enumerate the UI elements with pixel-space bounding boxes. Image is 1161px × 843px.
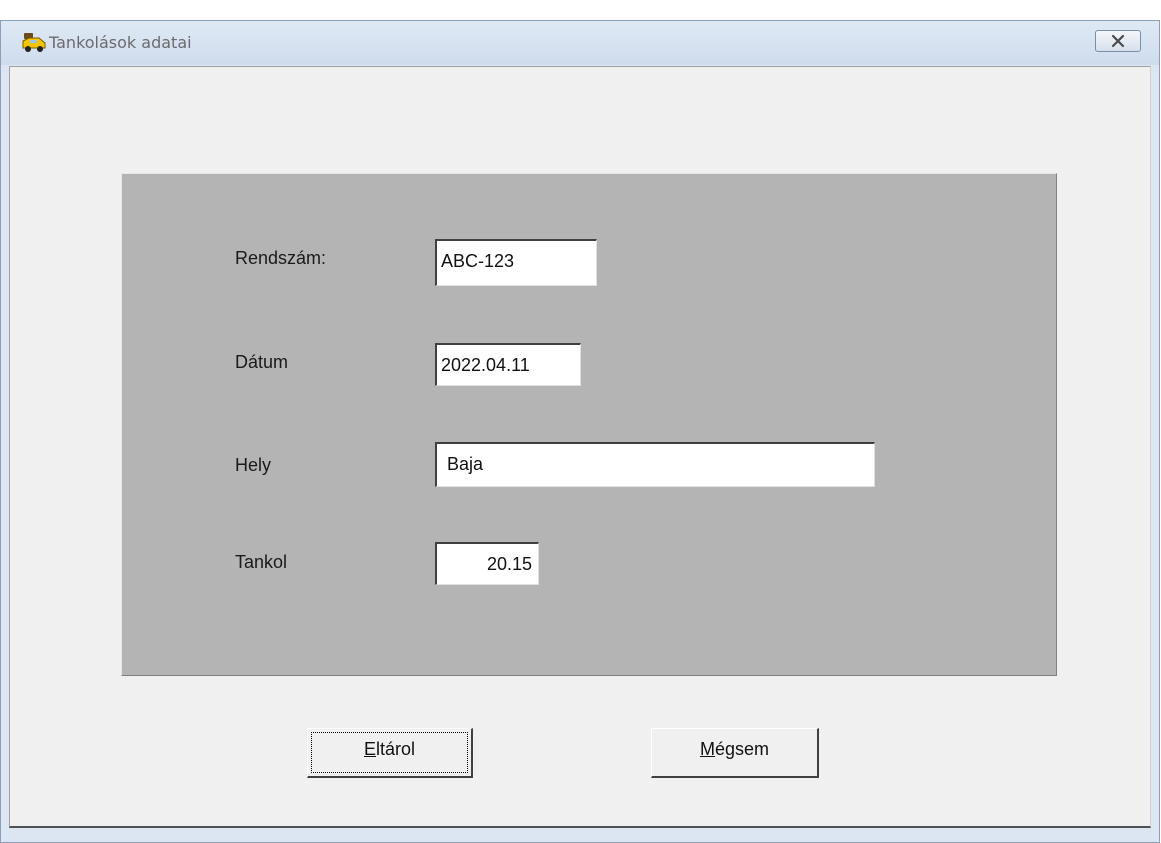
dialog-window: Tankolások adatai Rendszám: ABC-123 Dátu…	[0, 20, 1160, 843]
hely-label: Hely	[235, 455, 272, 475]
save-button-label: Eltárol	[364, 739, 415, 759]
rendszam-field[interactable]: ABC-123	[435, 239, 597, 286]
save-mnemonic: E	[363, 739, 376, 759]
datum-label: Dátum	[235, 352, 289, 372]
screenshot-top-margin	[0, 0, 1161, 20]
save-button[interactable]: Eltárol	[307, 728, 473, 778]
cancel-label-rest: égsem	[714, 739, 770, 759]
datum-field[interactable]: 2022.04.11	[435, 343, 581, 386]
fuel-car-icon	[22, 33, 46, 52]
rendszam-label: Rendszám:	[235, 248, 327, 268]
cancel-button[interactable]: Mégsem	[651, 728, 819, 778]
window-title: Tankolások adatai	[49, 33, 192, 52]
tankol-label: Tankol	[235, 552, 288, 572]
cancel-button-label: Mégsem	[700, 739, 769, 759]
title-bar[interactable]: Tankolások adatai	[1, 21, 1159, 65]
hely-field[interactable]: Baja	[435, 442, 875, 487]
form-panel: Rendszám: ABC-123 Dátum 2022.04.11 Hely …	[121, 173, 1057, 676]
dialog-client-area: Rendszám: ABC-123 Dátum 2022.04.11 Hely …	[9, 66, 1151, 828]
close-button[interactable]	[1095, 30, 1141, 52]
cancel-mnemonic: M	[699, 739, 715, 759]
tankol-field[interactable]: 20.15	[435, 542, 539, 585]
save-label-rest: ltárol	[376, 739, 416, 759]
close-icon	[1111, 34, 1125, 48]
